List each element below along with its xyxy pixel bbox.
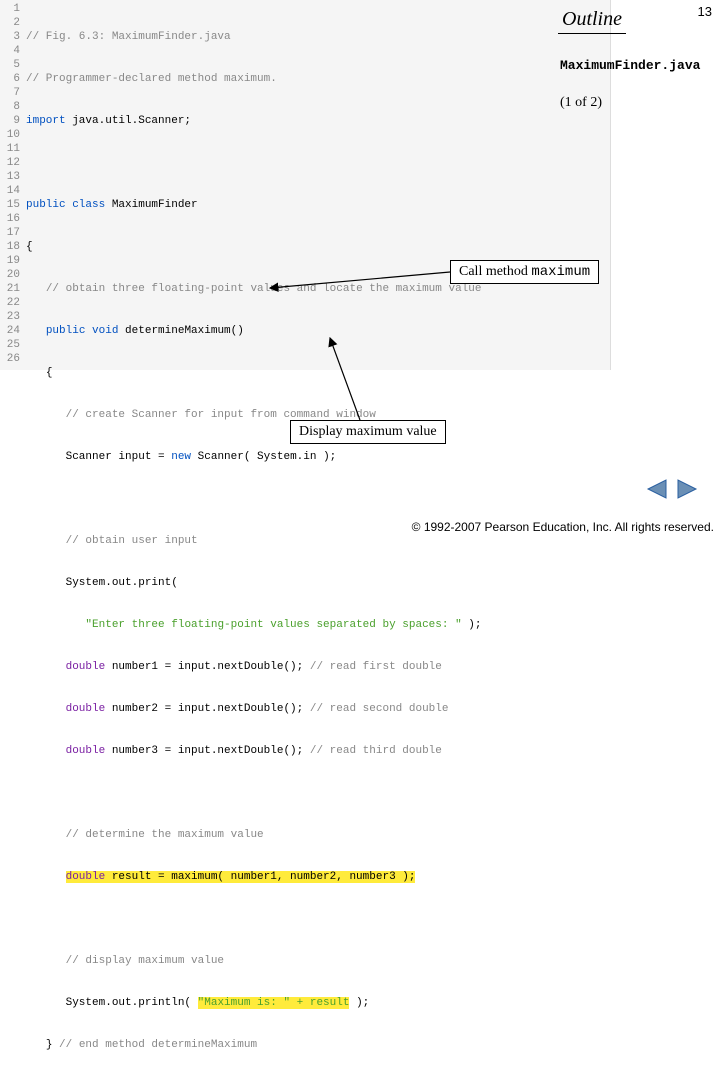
callout-display-max: Display maximum value	[290, 420, 446, 444]
code-block: // Fig. 6.3: MaximumFinder.java // Progr…	[26, 2, 482, 1080]
slide-number: 13	[698, 4, 712, 19]
nav-prev-icon[interactable]	[646, 478, 668, 500]
file-name: MaximumFinder.java	[560, 58, 700, 73]
outline-heading: Outline	[558, 8, 626, 34]
code-area: 1234567891011121314151617181920212223242…	[0, 0, 611, 370]
page-indicator: (1 of 2)	[560, 95, 602, 111]
line-gutter: 1234567891011121314151617181920212223242…	[0, 2, 20, 366]
copyright-text: © 1992-2007 Pearson Education, Inc. All …	[412, 520, 714, 534]
callout-call-method: Call method maximum	[450, 260, 599, 284]
nav-next-icon[interactable]	[676, 478, 698, 500]
